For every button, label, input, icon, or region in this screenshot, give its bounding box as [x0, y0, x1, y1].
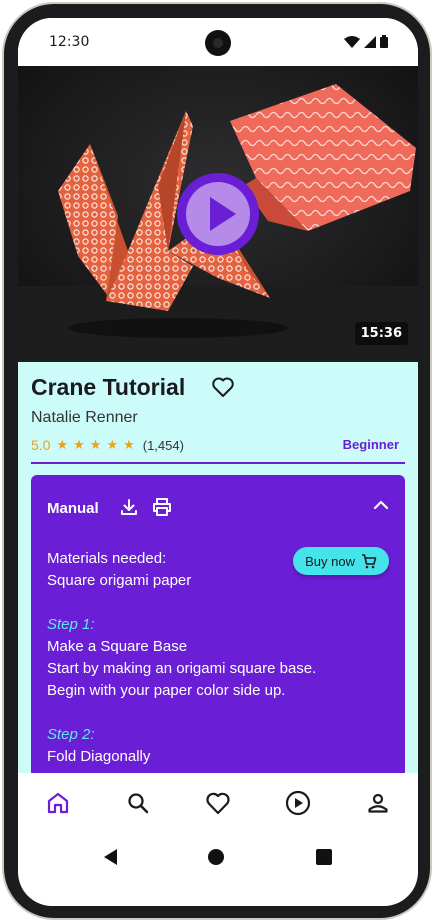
home-icon — [47, 792, 69, 814]
step-label: Step 2: — [47, 726, 95, 743]
nav-search[interactable] — [116, 781, 160, 825]
manual-content: Materials needed: Square origami paper S… — [47, 548, 377, 768]
manual-title: Manual — [47, 500, 99, 517]
step-title: Make a Square Base — [47, 638, 188, 655]
recents-icon[interactable] — [316, 849, 333, 865]
materials-heading: Materials needed: — [47, 550, 167, 567]
star-icon: ★ — [56, 437, 69, 453]
status-bar: 12:30 — [18, 18, 418, 66]
divider — [31, 462, 405, 464]
play-button[interactable] — [177, 173, 259, 255]
tutorial-title: Crane Tutorial — [31, 374, 186, 400]
search-icon — [128, 793, 149, 814]
chevron-up-icon[interactable] — [373, 499, 389, 511]
heart-icon — [206, 792, 230, 815]
wifi-icon — [344, 35, 360, 48]
play-triangle — [210, 197, 236, 231]
battery-icon — [380, 35, 388, 48]
nav-favorites[interactable] — [196, 781, 240, 825]
nav-profile[interactable] — [356, 781, 400, 825]
system-navigation — [18, 833, 418, 881]
status-icons — [344, 35, 388, 48]
star-icon: ★ — [89, 437, 102, 453]
nav-videos[interactable] — [276, 781, 320, 825]
step-title: Fold Diagonally — [47, 748, 151, 765]
nav-home[interactable] — [36, 781, 80, 825]
screen: 12:30 15:36 Crane Tutorial Natalie Renne… — [18, 18, 418, 906]
video-duration: 15:36 — [354, 322, 408, 345]
video-player[interactable]: 15:36 — [18, 66, 418, 362]
tutorial-info: Crane Tutorial Natalie Renner 5.0 ★ ★ ★ … — [18, 362, 418, 815]
rating-row: 5.0 ★ ★ ★ ★ ★ (1,454) — [31, 437, 184, 453]
rating-value: 5.0 — [31, 437, 51, 453]
signal-icon — [364, 35, 376, 48]
front-camera — [205, 30, 231, 56]
manual-card: Manual Buy now Materials needed: Square … — [31, 475, 405, 815]
materials-item: Square origami paper — [47, 572, 192, 589]
star-icon: ★ — [106, 437, 119, 453]
back-icon[interactable] — [103, 849, 117, 865]
review-count: (1,454) — [142, 437, 184, 453]
phone-frame: 12:30 15:36 Crane Tutorial Natalie Renne… — [0, 0, 436, 924]
tutorial-author[interactable]: Natalie Renner — [31, 409, 138, 427]
step-text: Start by making an origami square base. — [47, 660, 317, 677]
download-icon[interactable] — [119, 497, 139, 517]
step-label: Step 1: — [47, 616, 95, 633]
star-icon: ★ — [123, 437, 135, 453]
favorite-heart-icon[interactable] — [211, 376, 235, 398]
home-circle-icon[interactable] — [208, 849, 225, 865]
person-icon — [368, 793, 388, 813]
bottom-navigation — [18, 773, 418, 833]
play-circle-icon — [285, 790, 311, 816]
difficulty-level: Beginner — [342, 437, 399, 452]
status-time: 12:30 — [49, 34, 90, 50]
step-text: Begin with your paper color side up. — [47, 682, 286, 699]
print-icon[interactable] — [151, 497, 173, 517]
star-icon: ★ — [73, 437, 85, 453]
